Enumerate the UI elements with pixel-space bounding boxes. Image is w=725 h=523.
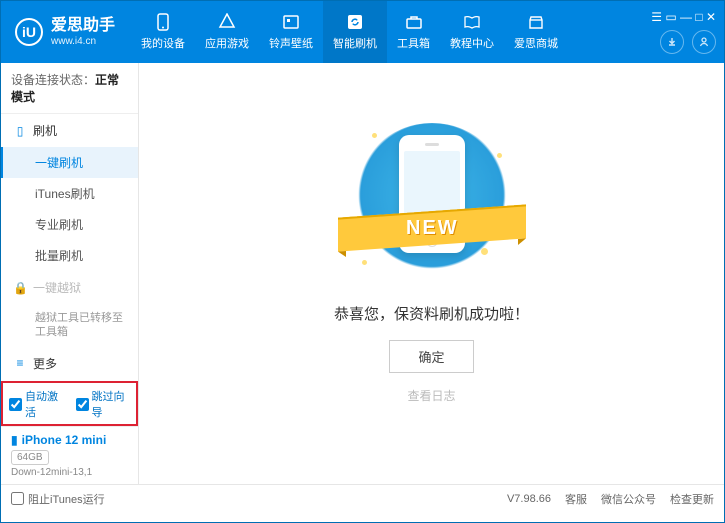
- tab-my-device[interactable]: 我的设备: [131, 1, 195, 63]
- lock-icon: 🔒: [13, 281, 27, 295]
- section-more[interactable]: ≡更多: [1, 347, 138, 380]
- version-label: V7.98.66: [507, 493, 551, 505]
- top-nav: 我的设备 应用游戏 铃声壁纸 智能刷机 工具箱 教程中心 爱思商城: [131, 1, 651, 63]
- jailbreak-note: 越狱工具已转移至 工具箱: [1, 304, 138, 347]
- more-icon: ≡: [13, 356, 27, 370]
- status-bar: 阻止iTunes运行 V7.98.66 客服 微信公众号 检查更新: [1, 484, 724, 512]
- phone-small-icon: ▯: [13, 124, 27, 138]
- phone-icon: [154, 13, 172, 31]
- store-icon: [527, 13, 545, 31]
- refresh-icon: [346, 13, 364, 31]
- sidebar-item-pro-flash[interactable]: 专业刷机: [1, 209, 138, 240]
- footer-wechat[interactable]: 微信公众号: [601, 491, 656, 507]
- connection-status: 设备连接状态：正常模式: [1, 63, 138, 114]
- checkbox-block-itunes[interactable]: 阻止iTunes运行: [11, 491, 105, 507]
- success-message: 恭喜您，保资料刷机成功啦！: [334, 303, 529, 324]
- checkbox-skip-guide[interactable]: 跳过向导: [76, 388, 131, 420]
- tab-store[interactable]: 爱思商城: [504, 1, 568, 63]
- sidebar-item-batch-flash[interactable]: 批量刷机: [1, 240, 138, 271]
- tab-apps[interactable]: 应用游戏: [195, 1, 259, 63]
- sidebar-item-itunes-flash[interactable]: iTunes刷机: [1, 178, 138, 209]
- tab-flash[interactable]: 智能刷机: [323, 1, 387, 63]
- tab-toolbox[interactable]: 工具箱: [387, 1, 440, 63]
- lock-window-icon[interactable]: ▭: [665, 10, 676, 24]
- section-jailbreak: 🔒一键越狱: [1, 271, 138, 304]
- logo-icon: iU: [15, 18, 43, 46]
- sidebar-item-oneclick-flash[interactable]: 一键刷机: [1, 147, 138, 178]
- sidebar: 设备连接状态：正常模式 ▯刷机 一键刷机 iTunes刷机 专业刷机 批量刷机 …: [1, 63, 139, 484]
- brand-site: www.i4.cn: [51, 36, 115, 48]
- tab-tutorials[interactable]: 教程中心: [440, 1, 504, 63]
- menu-icon[interactable]: ☰: [651, 10, 662, 24]
- toolbox-icon: [405, 13, 423, 31]
- close-icon[interactable]: ✕: [706, 10, 716, 24]
- footer-support[interactable]: 客服: [565, 491, 587, 507]
- tab-ringtones[interactable]: 铃声壁纸: [259, 1, 323, 63]
- checkbox-auto-activate[interactable]: 自动激活: [9, 388, 64, 420]
- device-model: Down-12mini-13,1: [11, 467, 128, 478]
- footer-update[interactable]: 检查更新: [670, 491, 714, 507]
- title-bar: iU 爱思助手 www.i4.cn 我的设备 应用游戏 铃声壁纸 智能刷机 工具…: [1, 1, 724, 63]
- minimize-icon[interactable]: —: [680, 10, 692, 24]
- device-panel[interactable]: ▮iPhone 12 mini 64GB Down-12mini-13,1: [1, 426, 138, 484]
- device-icon: ▮: [11, 433, 18, 447]
- section-flash[interactable]: ▯刷机: [1, 114, 138, 147]
- main-content: NEW 恭喜您，保资料刷机成功啦！ 确定 查看日志: [139, 63, 724, 484]
- download-button[interactable]: [660, 30, 684, 54]
- device-storage: 64GB: [11, 450, 49, 465]
- apps-icon: [218, 13, 236, 31]
- logo: iU 爱思助手 www.i4.cn: [15, 16, 115, 47]
- view-log-link[interactable]: 查看日志: [407, 387, 455, 404]
- maximize-icon[interactable]: □: [695, 10, 702, 24]
- brand-name: 爱思助手: [51, 16, 115, 35]
- flash-options: 自动激活 跳过向导: [1, 381, 138, 426]
- book-icon: [463, 13, 481, 31]
- wallpaper-icon: [282, 13, 300, 31]
- account-button[interactable]: [692, 30, 716, 54]
- success-illustration: NEW: [352, 123, 512, 283]
- window-controls: ☰ ▭ — □ ✕: [651, 10, 716, 54]
- ok-button[interactable]: 确定: [389, 340, 473, 373]
